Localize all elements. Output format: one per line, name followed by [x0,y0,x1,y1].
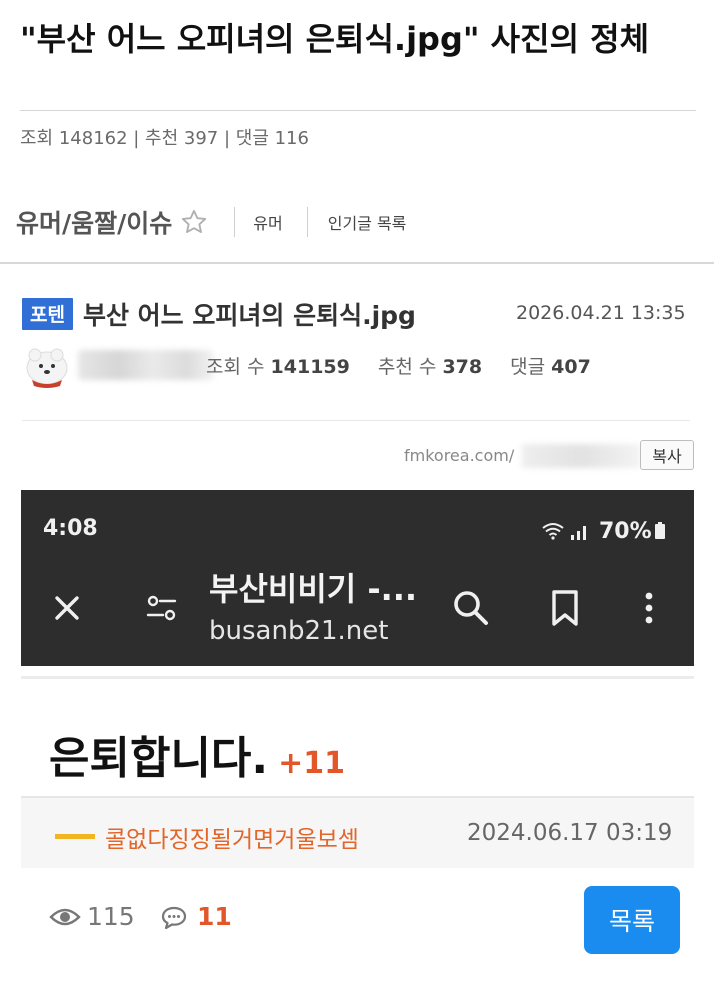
close-icon[interactable] [49,590,85,626]
divider [21,676,694,679]
signal-icon [571,526,586,540]
short-url-blurred [522,444,640,468]
board-link-humor[interactable]: 유머 [253,210,282,234]
divider [20,110,696,111]
status-icons: 70% [541,516,666,546]
board-bar: 유머/움짤/이슈 유머 인기글 목록 [16,200,406,244]
article-title: "부산 어느 오피녀의 은퇴식.jpg" 사진의 정체 [20,20,650,58]
headline-comment-count: +11 [278,746,346,781]
divider [234,207,236,237]
battery-level: 70% [599,518,652,544]
divider [306,207,308,237]
views-label: 조회 수 [206,356,265,378]
embedded-screenshot-header: 4:08 70% 부산비비기 -... busanb21.net [21,490,694,666]
author-row: 조회 수 141159 추천 수 378 댓글 407 [22,342,622,390]
embedded-views: 115 [87,902,135,931]
site-title: 부산비비기 -... [209,570,418,608]
post-title: 부산 어느 오피녀의 은퇴식.jpg [82,301,416,330]
comments-label: 댓글 [510,356,546,378]
divider [22,420,690,421]
site-settings-icon[interactable] [143,590,181,626]
star-icon[interactable] [180,208,208,236]
level-icon [55,834,95,839]
embedded-headline: 은퇴합니다. +11 [49,722,345,786]
embedded-post-body: 은퇴합니다. +11 콜없다징징될거면거울보셈 2024.06.17 03:19 … [21,666,694,956]
board-link-popular[interactable]: 인기글 목록 [328,210,407,234]
status-time: 4:08 [43,516,98,541]
site-url[interactable]: busanb21.net [209,616,388,646]
battery-icon [654,522,665,539]
author-name-blurred[interactable] [78,350,214,380]
potent-badge: 포텐 [22,298,73,330]
embedded-comments: 11 [197,902,232,931]
embedded-date: 2024.06.17 03:19 [467,820,673,846]
copy-button[interactable]: 복사 [640,440,694,470]
post-stats: 조회 수 141159 추천 수 378 댓글 407 [206,352,591,379]
eye-icon [49,908,81,926]
avatar[interactable] [22,344,72,388]
short-url-row: fmkorea.com/ 복사 [404,440,694,470]
article-stats: 조회 148162 | 추천 397 | 댓글 116 [20,128,309,149]
comment-icon [161,906,187,930]
author-nickname[interactable]: 콜없다징징될거면거울보셈 [105,820,359,854]
author-info-band: 콜없다징징될거면거울보셈 2024.06.17 03:19 [21,798,694,868]
post-header: 포텐 부산 어느 오피녀의 은퇴식.jpg 2026.04.21 13:35 [22,296,692,332]
short-url[interactable]: fmkorea.com/ [404,446,514,465]
recommend-count: 378 [442,356,483,378]
search-icon[interactable] [451,588,491,628]
recommend-label: 추천 수 [377,356,437,378]
post-date: 2026.04.21 13:35 [516,302,686,324]
views-count: 141159 [270,356,350,378]
list-button[interactable]: 목록 [584,886,680,954]
bookmark-icon[interactable] [547,588,583,628]
headline-text: 은퇴합니다. [49,733,269,784]
wifi-icon [542,523,564,540]
more-options-icon[interactable] [639,588,659,628]
divider [0,262,714,264]
comments-count: 407 [551,356,591,378]
board-name[interactable]: 유머/움짤/이슈 [16,204,172,240]
